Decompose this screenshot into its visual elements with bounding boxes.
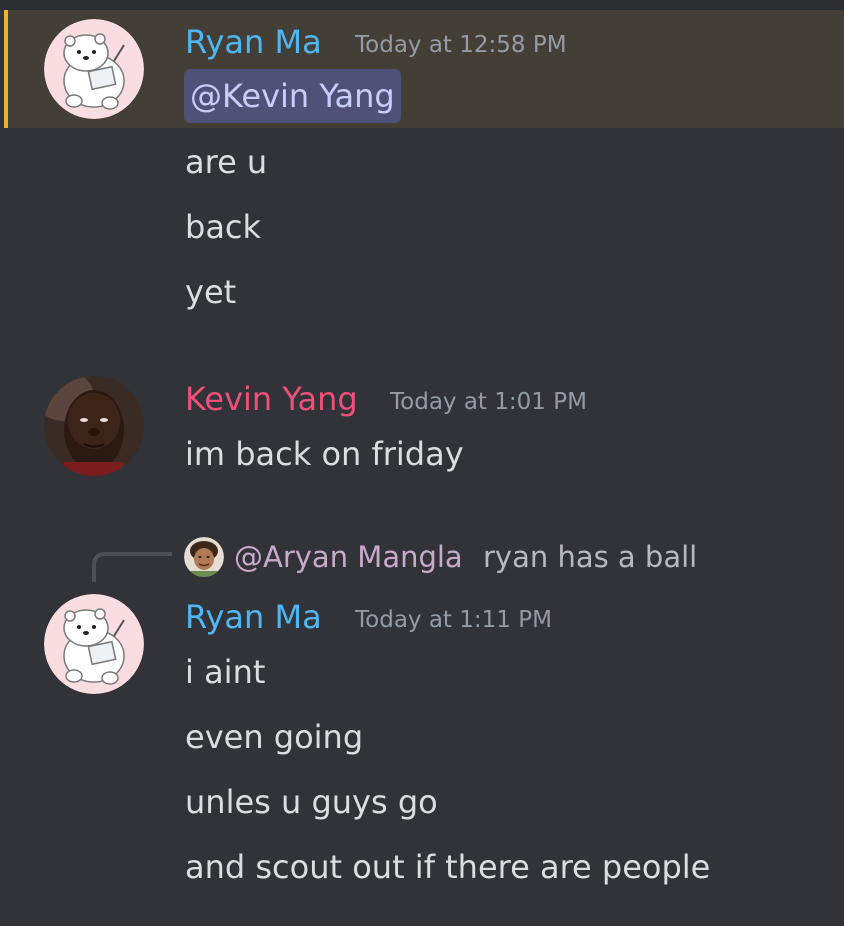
message-text: and scout out if there are people	[185, 848, 711, 886]
reply-preview-text[interactable]: ryan has a ball	[483, 537, 697, 577]
message-text: are u	[185, 143, 268, 181]
timestamp: Today at 1:01 PM	[390, 389, 587, 415]
polar-bear-avatar-icon	[44, 594, 144, 694]
timestamp: Today at 12:58 PM	[355, 32, 567, 58]
avatar[interactable]	[44, 376, 144, 476]
user-mention[interactable]: @Kevin Yang	[184, 69, 401, 123]
author-name[interactable]: Ryan Ma	[185, 22, 322, 62]
message-text: unles u guys go	[185, 783, 438, 821]
message-text: i aint	[185, 653, 266, 691]
author-name[interactable]: Kevin Yang	[185, 379, 358, 419]
message-text: even going	[185, 718, 364, 756]
polar-bear-avatar-icon	[44, 19, 144, 119]
reply-spine	[92, 552, 172, 582]
message-text: yet	[185, 273, 237, 311]
aryan-avatar-icon	[184, 537, 224, 577]
mention-highlight-bar	[4, 10, 8, 128]
chat-message-list: Ryan Ma Today at 12:58 PM @Kevin Yang ar…	[0, 0, 844, 926]
timestamp: Today at 1:11 PM	[355, 607, 552, 633]
avatar[interactable]	[44, 594, 144, 694]
reply-mention[interactable]: @Aryan Mangla	[234, 537, 463, 577]
message-text: im back on friday	[185, 435, 464, 473]
message-text: back	[185, 208, 262, 246]
kevin-avatar-icon	[44, 376, 144, 476]
avatar[interactable]	[44, 19, 144, 119]
top-divider	[0, 0, 844, 10]
author-name[interactable]: Ryan Ma	[185, 597, 322, 637]
reply-avatar[interactable]	[184, 537, 224, 577]
